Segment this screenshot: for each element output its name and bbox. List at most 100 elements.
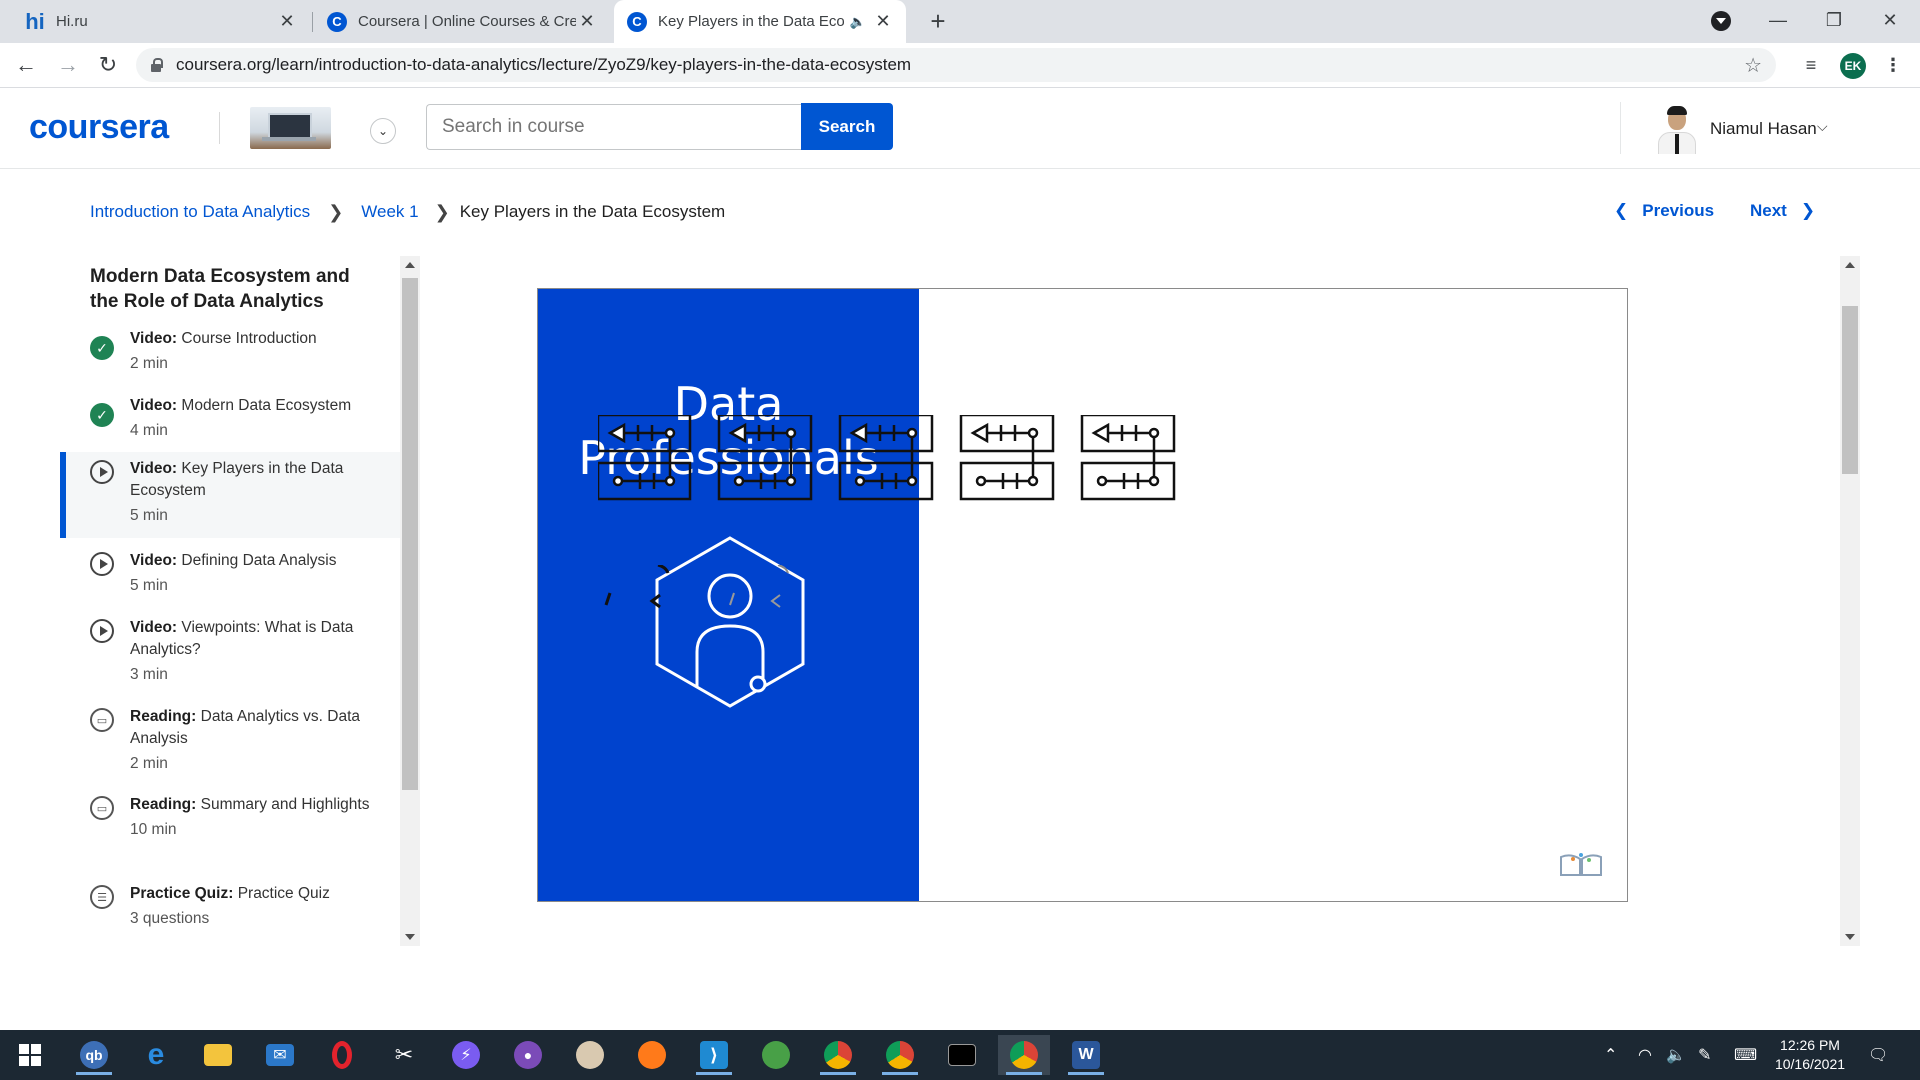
github-icon[interactable]: ●: [502, 1035, 554, 1075]
coursera-favicon-icon: C: [326, 11, 348, 33]
speaker-icon[interactable]: 🔈: [850, 14, 866, 30]
next-button[interactable]: Next ❯: [1750, 201, 1815, 221]
circuit-diagram-icon: [598, 415, 1176, 501]
play-icon: [90, 552, 114, 576]
list-item[interactable]: ☰ Practice Quiz: Practice Quiz 3 question…: [60, 885, 400, 945]
clock-date: 10/16/2021: [1774, 1056, 1846, 1072]
minimize-icon[interactable]: —: [1750, 0, 1806, 40]
chrome-icon[interactable]: [812, 1035, 864, 1075]
chrome-ek-icon[interactable]: [998, 1035, 1050, 1075]
windows-start-icon[interactable]: [4, 1035, 56, 1075]
tab-close-icon[interactable]: ✕: [276, 11, 298, 32]
tab-separator: [312, 12, 313, 32]
item-text: Reading: Summary and Highlights 10 min: [130, 796, 370, 838]
list-item[interactable]: ✓ Video: Modern Data Ecosystem 4 min: [60, 395, 400, 455]
notifications-icon[interactable]: 🗨: [1868, 1030, 1888, 1080]
browser-menu-icon[interactable]: ⋮: [1877, 49, 1909, 81]
address-bar: ← → ↻ coursera.org/learn/introduction-to…: [0, 43, 1920, 88]
edge-icon[interactable]: e: [130, 1035, 182, 1075]
reload-icon[interactable]: ↻: [92, 49, 124, 81]
word-icon[interactable]: W: [1060, 1035, 1112, 1075]
new-tab-icon[interactable]: +: [922, 6, 954, 38]
tab-title: Hi.ru: [56, 13, 88, 30]
list-item[interactable]: ▭ Reading: Summary and Highlights 10 min: [60, 796, 400, 876]
tab-coursera-home[interactable]: C Coursera | Online Courses & Credential…: [314, 0, 610, 43]
back-icon[interactable]: ←: [10, 49, 42, 81]
clock-time: 12:26 PM: [1780, 1037, 1840, 1053]
chrome-icon[interactable]: [874, 1035, 926, 1075]
scroll-up-icon[interactable]: [405, 262, 415, 268]
list-item[interactable]: Video: Viewpoints: What is Data Analytic…: [60, 619, 400, 699]
chevron-down-icon[interactable]: ⌵: [1817, 118, 1828, 135]
item-text: Video: Defining Data Analysis 5 min: [130, 552, 337, 594]
url-text: coursera.org/learn/introduction-to-data-…: [176, 55, 912, 74]
tab-close-icon[interactable]: ✕: [576, 11, 598, 32]
chevron-right-icon: ❯: [1800, 201, 1816, 220]
profile-avatar[interactable]: EK: [1840, 53, 1866, 79]
chevron-down-icon[interactable]: ⌄: [370, 118, 396, 144]
avatar[interactable]: [1654, 104, 1700, 154]
scroll-down-icon[interactable]: [1845, 934, 1855, 940]
mail-icon[interactable]: ✉: [254, 1035, 306, 1075]
keyboard-icon[interactable]: ⌨: [1734, 1030, 1757, 1080]
hi-favicon-icon: hi: [25, 8, 45, 34]
system-clock[interactable]: 12:26 PM 10/16/2021: [1760, 1036, 1860, 1074]
play-icon: [90, 460, 114, 484]
previous-button[interactable]: ❮ Previous: [1614, 201, 1714, 221]
bookmark-star-icon[interactable]: ☆: [1744, 53, 1762, 78]
close-window-icon[interactable]: ✕: [1862, 0, 1918, 40]
course-thumbnail[interactable]: [250, 107, 331, 149]
search-input[interactable]: [426, 104, 802, 150]
scroll-up-icon[interactable]: [1845, 262, 1855, 268]
page-scrollbar[interactable]: [1840, 256, 1860, 946]
tab-close-icon[interactable]: ✕: [872, 11, 894, 32]
breadcrumb-course-link[interactable]: Introduction to Data Analytics: [90, 202, 310, 222]
checkmark-icon: ✓: [90, 403, 114, 427]
list-item[interactable]: ▭ Reading: Data Analytics vs. Data Analy…: [60, 708, 400, 788]
tab-hi-ru[interactable]: hi Hi.ru ✕: [12, 0, 310, 43]
list-item[interactable]: ✓ Video: Course Introduction 2 min: [60, 328, 400, 388]
firefox-icon[interactable]: [626, 1035, 678, 1075]
restore-icon[interactable]: ❐: [1806, 0, 1862, 40]
item-text: Video: Key Players in the Data Ecosystem…: [130, 460, 344, 524]
scrollbar-thumb[interactable]: [402, 278, 418, 790]
search-button[interactable]: Search: [801, 103, 893, 150]
network-icon[interactable]: ◠: [1638, 1030, 1652, 1080]
next-label: Next: [1750, 201, 1787, 220]
reading-list-icon[interactable]: ≡: [1795, 49, 1827, 81]
terminal-icon[interactable]: [936, 1035, 988, 1075]
scroll-down-icon[interactable]: [405, 934, 415, 940]
tab-title: Coursera | Online Courses & Credentials: [358, 13, 576, 30]
globe-app-icon[interactable]: [750, 1035, 802, 1075]
vscode-icon[interactable]: ⟩: [688, 1035, 740, 1075]
breadcrumb-week-link[interactable]: Week 1: [361, 202, 418, 222]
item-text: Video: Viewpoints: What is Data Analytic…: [130, 619, 354, 683]
pen-icon[interactable]: ✎: [1698, 1030, 1711, 1080]
list-item[interactable]: Video: Key Players in the Data Ecosystem…: [60, 452, 400, 538]
qb-app-icon[interactable]: qb: [68, 1035, 120, 1075]
forward-icon[interactable]: →: [52, 49, 84, 81]
scrollbar-thumb[interactable]: [1842, 306, 1858, 474]
play-icon: [90, 619, 114, 643]
video-player[interactable]: Data Professionals: [537, 288, 1628, 902]
snipping-tool-icon[interactable]: ✂: [378, 1035, 430, 1075]
volume-icon[interactable]: 🔈: [1666, 1030, 1686, 1080]
module-title: Modern Data Ecosystem and the Role of Da…: [90, 266, 350, 312]
list-item[interactable]: Video: Defining Data Analysis 5 min: [60, 552, 400, 612]
opera-icon[interactable]: [316, 1035, 368, 1075]
coursera-logo[interactable]: coursera: [29, 108, 169, 147]
url-field[interactable]: coursera.org/learn/introduction-to-data-…: [136, 48, 1776, 82]
messenger-icon[interactable]: ⚡: [440, 1035, 492, 1075]
course-outline-sidebar: Modern Data Ecosystem and the Role of Da…: [60, 256, 400, 946]
sidebar-scrollbar[interactable]: [400, 256, 420, 946]
breadcrumb-current: Key Players in the Data Ecosystem: [459, 202, 726, 221]
user-name[interactable]: Niamul Hasan: [1710, 119, 1817, 139]
site-header: coursera ⌄ Search Niamul Hasan ⌵: [0, 88, 1920, 169]
tab-key-players[interactable]: C Key Players in the Data Ecosystem 🔈 ✕: [614, 0, 906, 43]
coursera-favicon-icon: C: [626, 11, 648, 33]
file-explorer-icon[interactable]: [192, 1035, 244, 1075]
checkmark-icon: ✓: [90, 336, 114, 360]
paint-icon[interactable]: [564, 1035, 616, 1075]
show-hidden-icons-icon[interactable]: ⌃: [1604, 1030, 1617, 1080]
tab-search-icon[interactable]: [1711, 11, 1731, 31]
